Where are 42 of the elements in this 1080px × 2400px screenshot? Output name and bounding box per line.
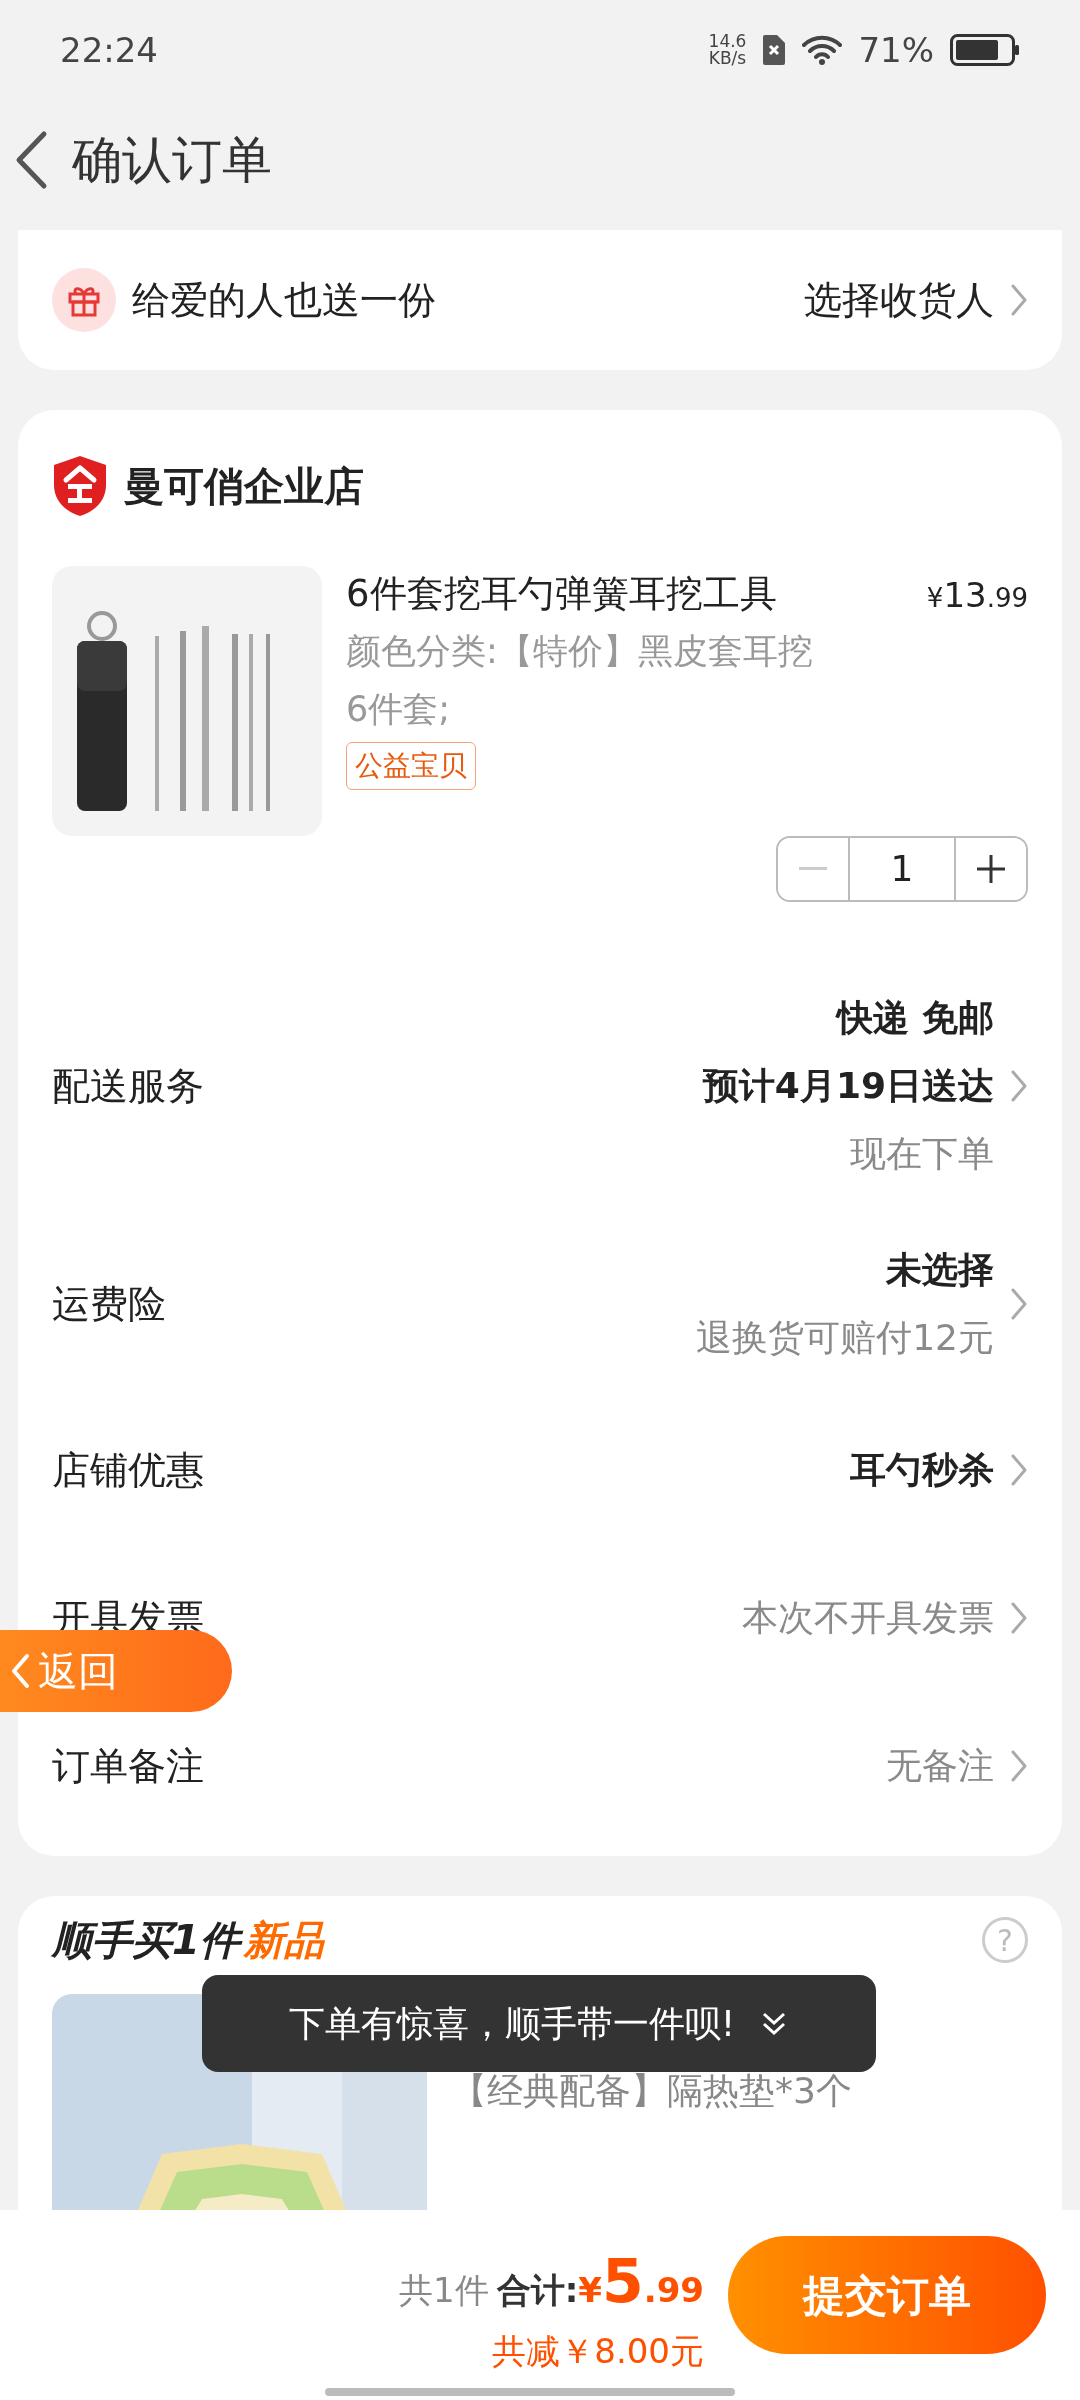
status-time: 22:24 — [60, 28, 158, 72]
option-value[interactable]: 未选择 — [886, 1236, 994, 1304]
toast-text: 下单有惊喜，顺手带一件呗! — [288, 2001, 736, 2046]
gift-row[interactable]: 给爱的人也送一份 选择收货人 — [18, 230, 1062, 370]
chevron-left-icon — [10, 1653, 30, 1689]
back-icon[interactable] — [14, 130, 48, 190]
option-value[interactable]: 预计4月19日送达 — [702, 1052, 994, 1120]
minus-icon — [799, 867, 827, 871]
product-spec: 颜色分类:【特价】黑皮套耳挖6件套; — [346, 630, 814, 731]
option-label[interactable]: 订单备注 — [52, 1737, 886, 1795]
network-speed-unit: KB/s — [708, 50, 747, 67]
plus-icon — [977, 855, 1005, 883]
bundle-spec: 【经典配备】隔热垫*3个 — [451, 2069, 852, 2113]
page-title: 确认订单 — [72, 129, 272, 191]
wifi-icon — [802, 35, 843, 65]
discount-text: 共减￥8.00元 — [492, 2330, 704, 2373]
chevron-right-icon — [1010, 1287, 1028, 1321]
total-price: ¥5.99 — [578, 2245, 704, 2318]
chevron-right-icon — [1010, 1749, 1028, 1783]
chevron-right-icon — [1010, 1601, 1028, 1635]
chevron-right-icon — [1010, 1069, 1028, 1103]
store-name[interactable]: 曼可俏企业店 — [124, 456, 364, 516]
chevron-right-icon — [1010, 1453, 1028, 1487]
new-label: 新品 — [243, 1916, 324, 1965]
item-count: 共1件 — [399, 2269, 489, 2312]
choose-recipient-link[interactable]: 选择收货人 — [804, 271, 994, 329]
battery-icon — [950, 34, 1020, 66]
battery-percent: 71% — [858, 28, 934, 72]
option-label[interactable]: 店铺优惠 — [52, 1441, 850, 1499]
shield-icon — [52, 454, 108, 518]
option-label[interactable]: 运费险 — [52, 1275, 697, 1333]
option-value[interactable]: 耳勺秒杀 — [850, 1436, 994, 1504]
network-speed-value: 14.6 — [708, 33, 747, 50]
gift-label: 给爱的人也送一份 — [132, 276, 437, 324]
sim-card-icon — [762, 34, 787, 66]
product-title[interactable]: 6件套挖耳勺弹簧耳挖工具 — [346, 566, 777, 622]
option-label[interactable]: 配送服务 — [52, 1057, 703, 1115]
charity-tag: 公益宝贝 — [346, 742, 476, 790]
option-value[interactable]: 快递 免邮 — [837, 984, 994, 1052]
total-label: 合计: — [496, 2269, 579, 2312]
product-price: ¥13.99 — [926, 574, 1028, 617]
chevron-right-icon — [1010, 283, 1028, 317]
